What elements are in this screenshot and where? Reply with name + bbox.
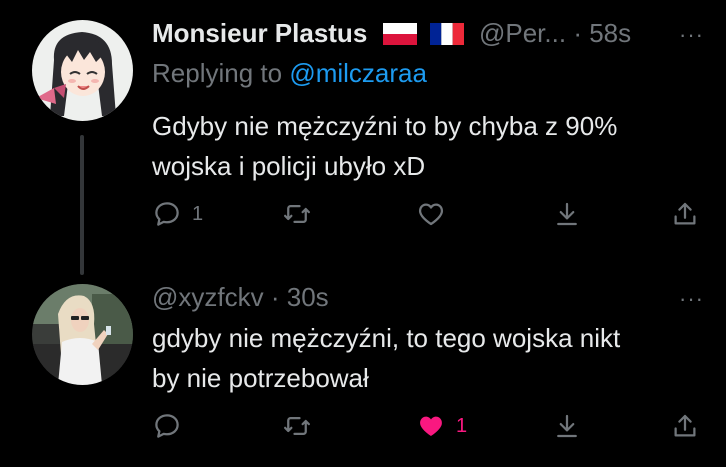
timestamp[interactable]: 58s xyxy=(589,18,631,48)
tweet-text-line: gdyby nie mężczyźni, to tego wojska nikt xyxy=(152,323,621,353)
author-handle[interactable]: @Per... xyxy=(479,18,566,48)
more-options-icon[interactable]: ··· xyxy=(679,286,704,312)
retweet-button[interactable] xyxy=(282,194,322,234)
timestamp[interactable]: 30s xyxy=(287,282,329,312)
pl-flag-icon xyxy=(382,21,417,52)
tweet-2[interactable]: @xyzfckv · 30s ··· gdyby nie mężczyźni, … xyxy=(0,270,726,467)
retweet-icon xyxy=(284,417,310,435)
author-name[interactable]: Monsieur Plastus xyxy=(152,18,367,48)
tweet-text-line: wojska i policji ubyło xD xyxy=(152,151,426,181)
separator-dot: · xyxy=(573,18,582,48)
reply-icon xyxy=(155,414,179,438)
heart-icon xyxy=(418,203,444,226)
anime-girl-avatar-icon xyxy=(32,20,133,121)
avatar[interactable] xyxy=(32,20,133,121)
download-arrow-icon xyxy=(557,202,577,226)
fr-flag-icon xyxy=(429,21,464,52)
action-bar: 1 xyxy=(152,194,706,234)
heart-filled-icon xyxy=(420,416,442,436)
like-button[interactable] xyxy=(416,194,456,234)
avatar[interactable] xyxy=(32,284,133,385)
share-button[interactable] xyxy=(670,406,700,446)
share-icon xyxy=(674,414,696,437)
tweet-header: Monsieur Plastus @Per... · 58s ··· xyxy=(152,18,706,54)
retweet-icon xyxy=(284,205,310,223)
more-options-icon[interactable]: ··· xyxy=(679,22,704,48)
tweet-header: @xyzfckv · 30s ··· xyxy=(152,282,706,318)
replying-to: Replying to @milczaraa xyxy=(152,58,427,89)
photo-avatar-icon xyxy=(32,284,133,385)
download-button[interactable] xyxy=(552,406,582,446)
tweet-text: gdyby nie mężczyźni, to tego wojska nikt… xyxy=(152,318,706,398)
mention-link[interactable]: @milczaraa xyxy=(289,58,427,88)
download-arrow-icon xyxy=(557,414,577,438)
share-icon xyxy=(674,202,696,225)
replying-label: Replying to xyxy=(152,58,283,88)
author-handle[interactable]: @xyzfckv xyxy=(152,282,264,312)
tweet-1[interactable]: Monsieur Plastus @Per... · 58s ··· Reply… xyxy=(0,0,726,275)
tweet-text-line: Gdyby nie mężczyźni to by chyba z 90% xyxy=(152,111,618,141)
reply-icon xyxy=(155,202,179,226)
like-count: 1 xyxy=(456,414,468,437)
tweet-text-line: by nie potrzebował xyxy=(152,363,369,393)
thread-line xyxy=(80,135,84,275)
share-button[interactable] xyxy=(670,194,700,234)
separator-dot: · xyxy=(270,282,280,312)
download-button[interactable] xyxy=(552,194,582,234)
reply-button[interactable]: 1 xyxy=(152,194,203,234)
tweet-text: Gdyby nie mężczyźni to by chyba z 90% wo… xyxy=(152,106,706,186)
like-button[interactable]: 1 xyxy=(416,406,467,446)
action-bar: 1 xyxy=(152,406,706,446)
retweet-button[interactable] xyxy=(282,406,322,446)
reply-count: 1 xyxy=(192,202,204,225)
reply-button[interactable] xyxy=(152,406,192,446)
